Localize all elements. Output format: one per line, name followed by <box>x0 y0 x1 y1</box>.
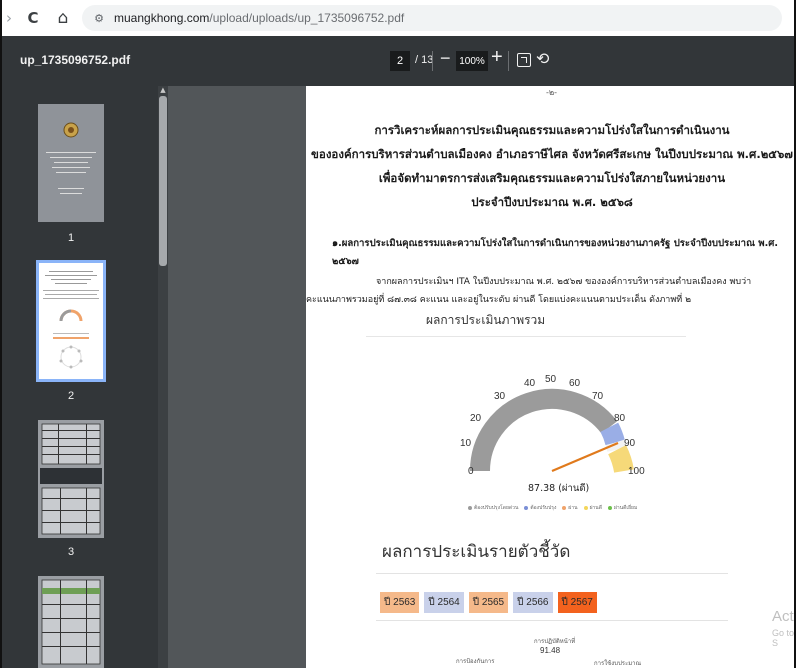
gauge-tick: 70 <box>592 391 604 402</box>
gauge-tick: 80 <box>614 413 626 424</box>
gauge-tick: 60 <box>569 378 581 389</box>
year-tab-2566[interactable]: ปี 2566 <box>513 592 553 613</box>
page-thumbnail-1[interactable] <box>38 104 104 222</box>
heading-line-2: ขององค์การบริหารส่วนตำบลเมืองคง อำเภอราษ… <box>311 147 793 161</box>
scroll-up-icon[interactable]: ▲ <box>158 86 168 94</box>
indicator-title: ผลการประเมินรายตัวชี้วัด <box>382 542 571 562</box>
indicator-label: การป้องกันการ <box>456 658 495 665</box>
thumbnail-2-content <box>43 271 99 369</box>
site-info-icon[interactable]: ⚙ <box>90 9 108 27</box>
address-bar[interactable]: ⚙ muangkhong.com/upload/uploads/up_17350… <box>82 5 782 31</box>
indicator-value: 91.48 <box>540 646 561 655</box>
year-tab-2565[interactable]: ปี 2565 <box>468 592 509 613</box>
heading-line-1: การวิเคราะห์ผลการประเมินคุณธรรมและความโป… <box>374 123 730 137</box>
year-tabs: ปี 2563 ปี 2564 ปี 2565 ปี 2566 ปี 2567 <box>380 592 597 613</box>
year-tab-2567[interactable]: ปี 2567 <box>557 592 597 613</box>
gauge-tick: 50 <box>545 374 557 385</box>
legend-dot <box>468 506 472 510</box>
page-total: / 13 <box>415 54 434 66</box>
pdf-toolbar: up_1735096752.pdf 2 / 13 − 100% + ⟲ <box>2 36 794 86</box>
gauge-tick: 0 <box>468 466 474 477</box>
fit-page-icon[interactable] <box>517 53 531 67</box>
browser-toolbar: › C ⌂ ⚙ muangkhong.com/upload/uploads/up… <box>2 0 794 36</box>
paragraph-line-2: คะแนนภาพรวมอยู่ที่ ๘๗.๓๘ คะแนน และอยู่ใน… <box>306 295 692 305</box>
activate-watermark-sub: Go to S <box>772 628 795 648</box>
url-domain: muangkhong.com <box>114 11 210 25</box>
thumbnail-sidebar: 1 2 3 ▲ <box>2 86 168 668</box>
legend-dot <box>583 506 588 510</box>
page-thumbnail-4[interactable] <box>38 576 104 668</box>
divider <box>376 620 728 621</box>
legend-item: ต้องปรับปรุง <box>524 504 556 512</box>
legend-label: ผ่านดี <box>589 505 602 511</box>
gauge-needle <box>551 441 619 473</box>
gauge-segment-good <box>608 445 634 473</box>
gauge-tick: 90 <box>624 438 636 449</box>
page-number-input[interactable]: 2 <box>390 51 410 71</box>
forward-icon[interactable]: › <box>2 7 16 29</box>
rotate-icon[interactable]: ⟲ <box>536 49 549 69</box>
legend-label: ผ่าน <box>568 505 578 511</box>
thumbnail-1-content <box>46 122 96 194</box>
pdf-page: -๒- การวิเคราะห์ผลการประเมินคุณธรรมและคว… <box>306 86 794 668</box>
gauge-segment-improve <box>600 422 625 446</box>
zoom-input[interactable]: 100% <box>456 51 488 71</box>
gauge-tick: 100 <box>628 466 645 477</box>
page-thumbnail-3[interactable] <box>38 420 104 538</box>
toolbar-divider <box>508 51 509 71</box>
browser-window: › C ⌂ ⚙ muangkhong.com/upload/uploads/up… <box>0 0 796 668</box>
legend-dot <box>607 506 612 510</box>
legend-label: ต้องปรับปรุงโดยด่วน <box>474 505 519 511</box>
gauge-legend: ต้องปรับปรุงโดยด่วน ต้องปรับปรุง ผ่าน ผ่… <box>468 504 637 512</box>
heading-line-3: เพื่อจัดทำมาตรการส่งเสริมคุณธรรมและความโ… <box>378 171 726 185</box>
legend-dot <box>524 506 529 510</box>
thumbnail-label-3: 3 <box>67 546 75 558</box>
sidebar-scrollbar[interactable]: ▲ <box>158 86 168 668</box>
gauge-segment-low <box>469 388 618 472</box>
paragraph-line-1: จากผลการประเมินฯ ITA ในปีงบประมาณ พ.ศ. ๒… <box>376 277 752 287</box>
thumbnail-4-content <box>41 579 101 665</box>
divider <box>376 573 728 574</box>
reload-icon[interactable]: C <box>22 7 44 29</box>
gauge-title: ผลการประเมินภาพรวม <box>426 313 546 327</box>
thumbnail-3-content <box>40 423 102 535</box>
gauge-tick: 40 <box>524 378 536 389</box>
zoom-in-button[interactable]: + <box>491 46 503 69</box>
gauge-score-label: 87.38 (ผ่านดี) <box>528 482 589 494</box>
section-heading-line-2: ๒๕๖๗ <box>332 256 359 267</box>
indicator-label: การปฏิบัติหน้าที่ <box>534 638 576 645</box>
gauge-tick: 10 <box>460 438 472 449</box>
heading-line-4: ประจำปีงบประมาณ พ.ศ. ๒๕๖๘ <box>471 195 633 209</box>
thumbnail-label-1: 1 <box>67 232 75 244</box>
section-heading-line-1: ๑.ผลการประเมินคุณธรรมและความโปร่งใสในการ… <box>332 238 779 249</box>
pdf-viewer: -๒- การวิเคราะห์ผลการประเมินคุณธรรมและคว… <box>168 86 795 668</box>
thumbnail-label-2: 2 <box>67 390 75 402</box>
year-tab-2563[interactable]: ปี 2563 <box>380 592 420 613</box>
year-tab-2564[interactable]: ปี 2564 <box>424 592 464 613</box>
gauge-tick: 20 <box>470 413 482 424</box>
toolbar-divider <box>432 51 433 71</box>
sidebar-scroll-thumb[interactable] <box>159 96 167 266</box>
indicator-label: การใช้งบประมาณ <box>594 660 642 667</box>
legend-label: ผ่านดีเยี่ยม <box>613 505 638 511</box>
overall-score-gauge: 0 10 20 30 40 50 60 70 80 90 100 87.38 (… <box>460 374 645 494</box>
page-number-label: -๒- <box>546 88 558 97</box>
legend-dot <box>562 506 567 510</box>
page-thumbnail-2[interactable] <box>36 260 106 382</box>
url-path: /upload/uploads/up_1735096752.pdf <box>209 11 405 25</box>
divider <box>366 336 686 337</box>
gauge-tick: 30 <box>494 391 506 402</box>
home-icon[interactable]: ⌂ <box>52 7 74 29</box>
legend-label: ต้องปรับปรุง <box>530 505 557 511</box>
legend-item: ต้องปรับปรุงโดยด่วน <box>468 504 518 512</box>
document-title: up_1735096752.pdf <box>20 53 131 67</box>
legend-item: ผ่านดีเยี่ยม <box>607 504 638 512</box>
zoom-out-button[interactable]: − <box>440 48 451 69</box>
legend-item: ผ่าน <box>562 504 578 512</box>
legend-item: ผ่านดี <box>583 504 602 512</box>
activate-watermark: Activ <box>772 608 794 625</box>
